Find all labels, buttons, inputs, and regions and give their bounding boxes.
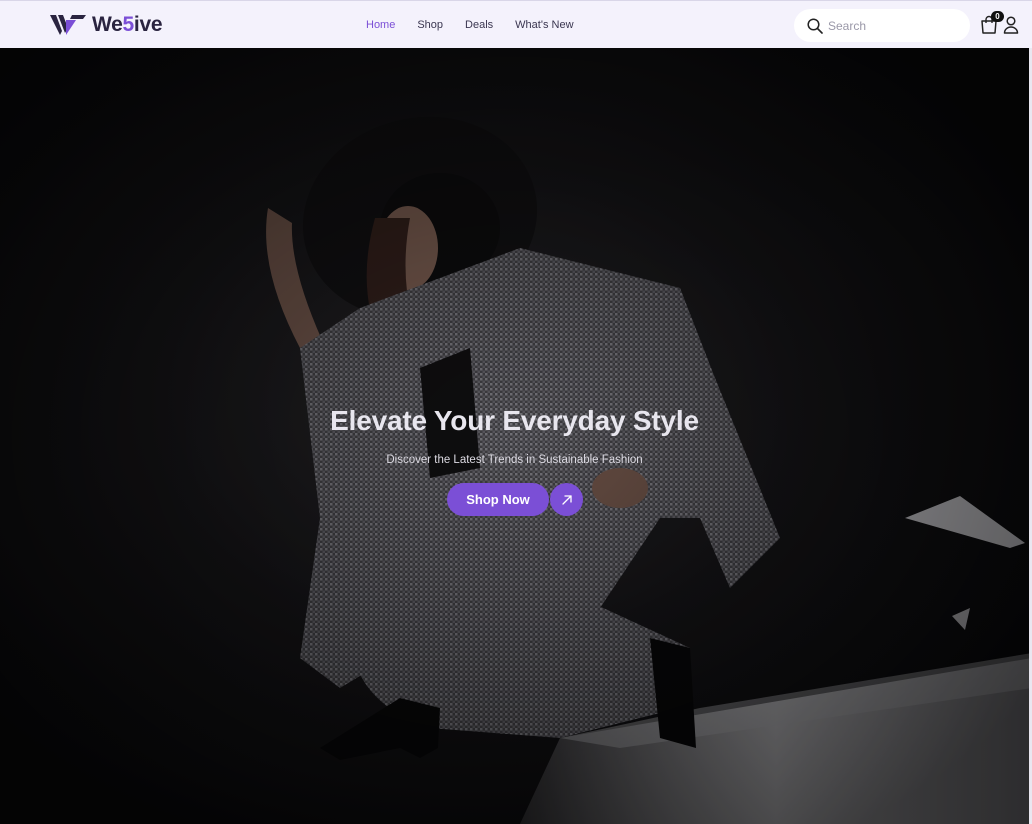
hero-banner: Elevate Your Everyday Style Discover the…: [0, 48, 1032, 824]
arrow-up-right-icon: [561, 494, 572, 505]
nav-link-deals[interactable]: Deals: [465, 19, 493, 31]
user-icon: [1003, 16, 1019, 34]
hero-title: Elevate Your Everyday Style: [330, 405, 699, 436]
nav-link-shop[interactable]: Shop: [417, 19, 443, 31]
search-input[interactable]: [828, 18, 958, 33]
account-button[interactable]: [1003, 16, 1019, 36]
top-navbar: We5ive Home Shop Deals What's New 0: [0, 0, 1032, 48]
brand-logo[interactable]: We5ive: [50, 12, 163, 38]
logo-mark-icon: [50, 15, 86, 35]
shop-now-arrow-button[interactable]: [550, 483, 583, 516]
nav-link-whats-new[interactable]: What's New: [515, 19, 573, 31]
hero-subtitle: Discover the Latest Trends in Sustainabl…: [386, 454, 643, 466]
brand-name: We5ive: [92, 13, 163, 36]
main-nav: Home Shop Deals What's New: [366, 1, 596, 49]
cart-button[interactable]: 0: [980, 11, 1004, 37]
search-box[interactable]: [794, 9, 970, 42]
nav-link-home[interactable]: Home: [366, 19, 395, 31]
shop-now-button[interactable]: Shop Now: [447, 483, 549, 516]
search-icon: [807, 17, 823, 34]
